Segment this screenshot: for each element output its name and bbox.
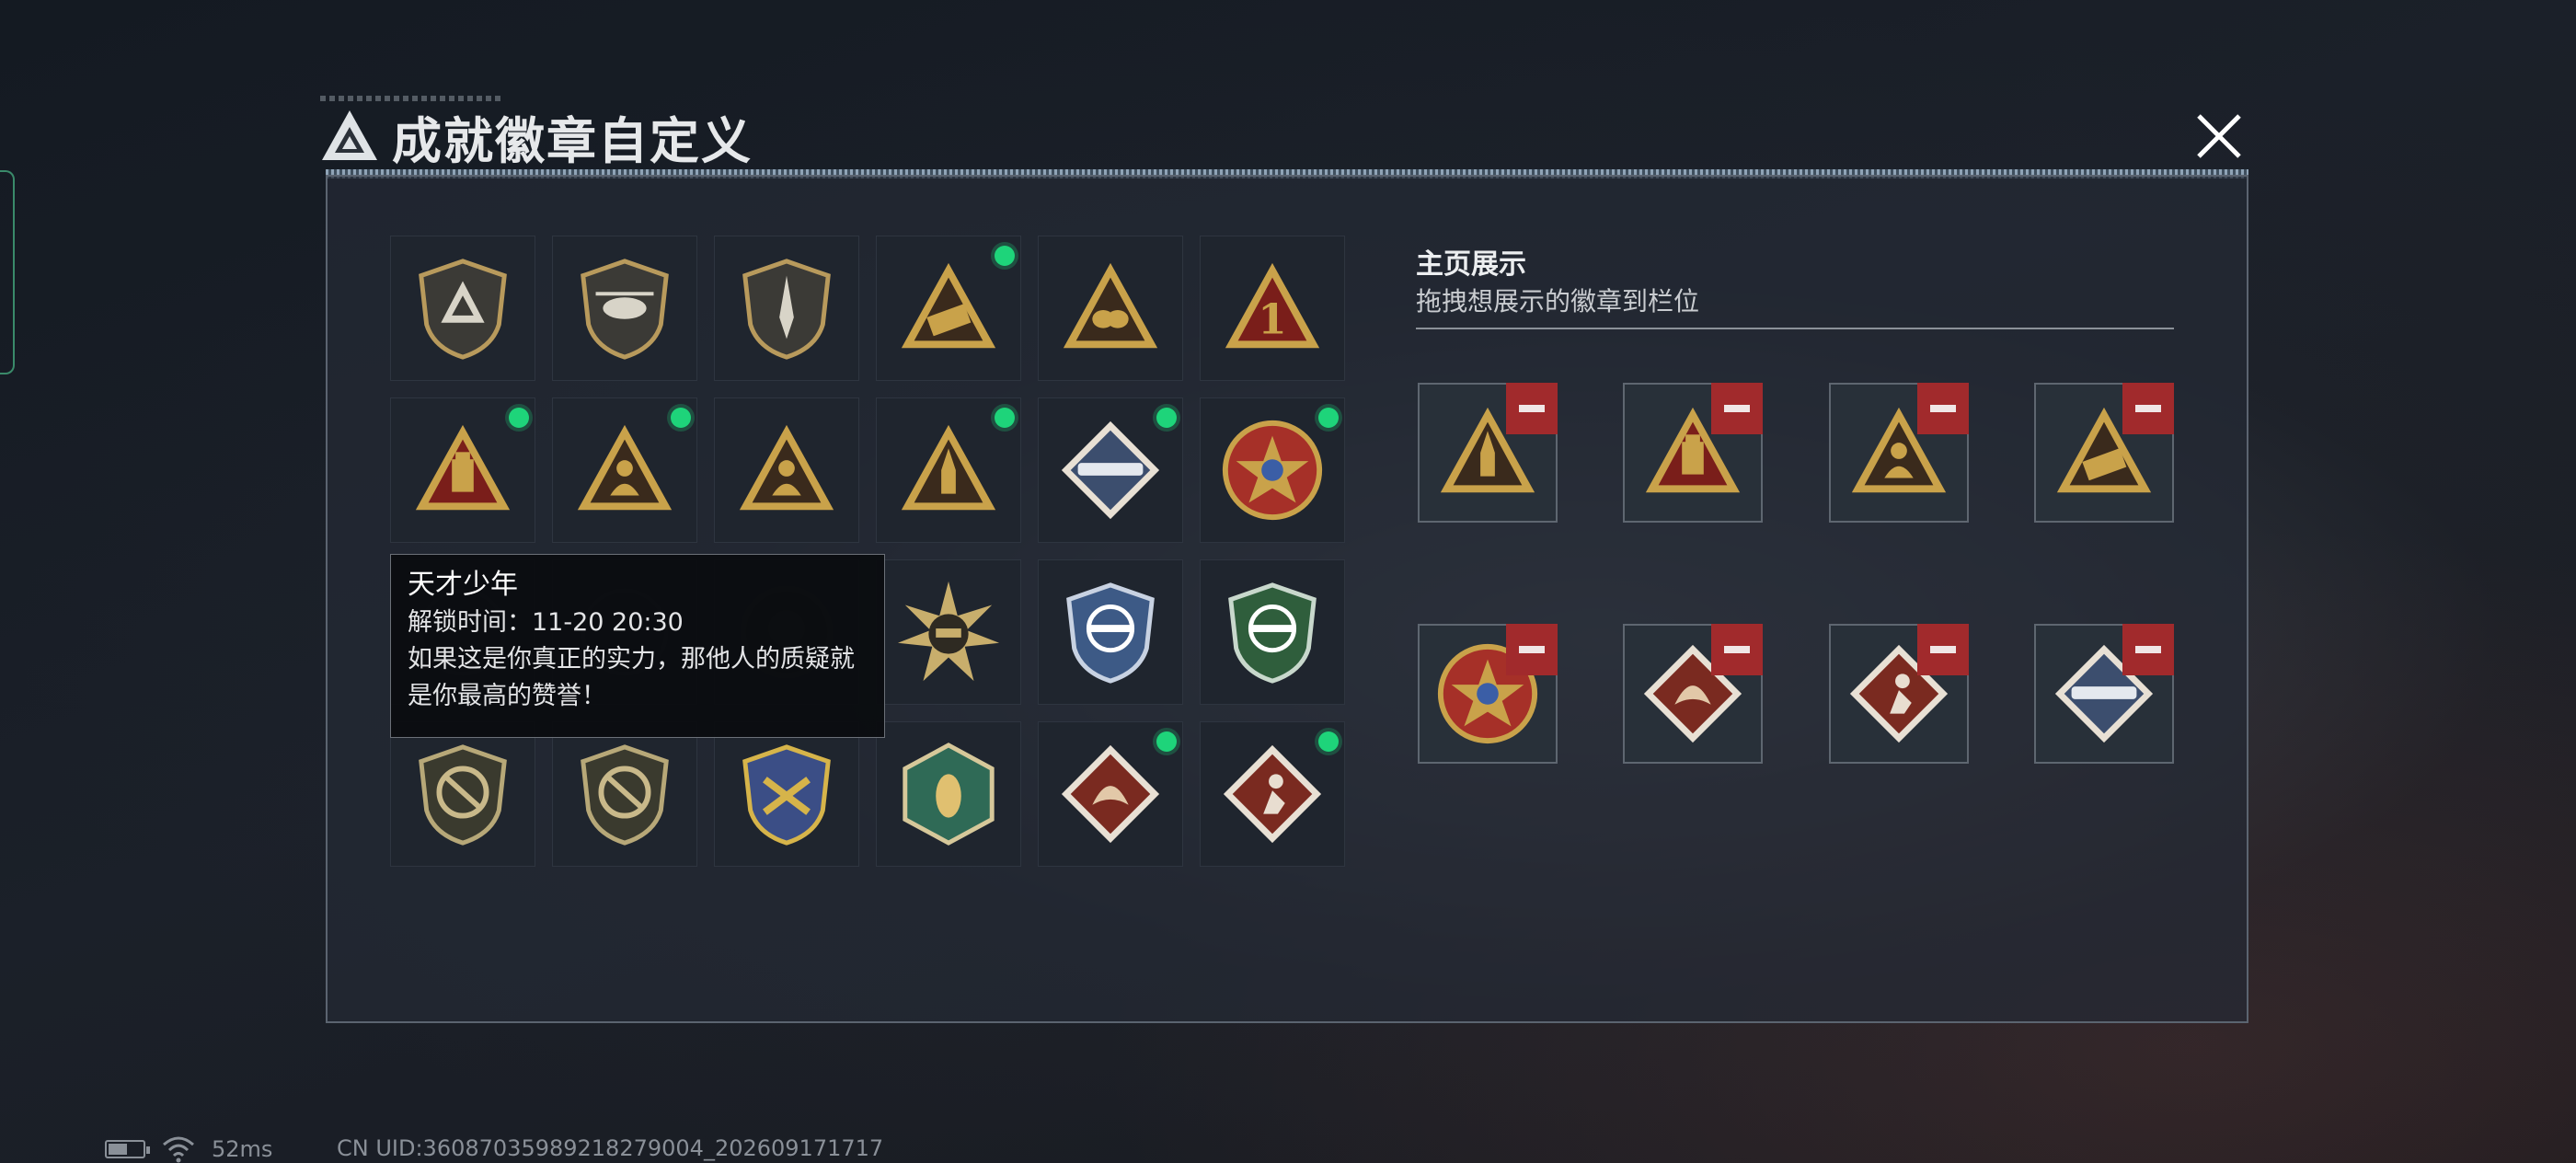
badge-collection-grid: 1 bbox=[390, 236, 1345, 867]
status-bar: 52ms bbox=[105, 1135, 272, 1163]
crossed-rifles-gold-shield-icon bbox=[742, 744, 831, 846]
remove-badge-button[interactable] bbox=[1506, 383, 1558, 434]
window-header: 成就徽章自定义 bbox=[320, 98, 753, 175]
badge-tooltip: 天才少年 解锁时间：11-20 20:30 如果这是你真正的实力，那他人的质疑就… bbox=[390, 554, 885, 738]
missile-launcher-triangle-icon bbox=[901, 262, 996, 349]
usb-drive-triangle-icon bbox=[415, 424, 511, 511]
helicopter-shield-icon bbox=[581, 259, 669, 360]
new-indicator-dot bbox=[995, 246, 1015, 266]
badge-tile[interactable] bbox=[1038, 721, 1183, 867]
close-button[interactable] bbox=[2186, 103, 2252, 169]
rifle-prohibited-shield-icon bbox=[419, 744, 507, 846]
showcase-slot[interactable] bbox=[1418, 624, 1558, 764]
minus-icon bbox=[1519, 646, 1545, 653]
ping-text: 52ms bbox=[212, 1136, 273, 1162]
badge-tile[interactable] bbox=[714, 397, 859, 543]
new-indicator-dot bbox=[671, 408, 691, 428]
egg-nest-triangle-icon bbox=[1063, 262, 1158, 349]
badge-tile[interactable] bbox=[714, 721, 859, 867]
dagger-shield-icon bbox=[742, 259, 831, 360]
badge-tile[interactable] bbox=[552, 397, 697, 543]
seated-figure-triangle-icon bbox=[577, 424, 673, 511]
badge-tile[interactable] bbox=[876, 397, 1021, 543]
minus-icon bbox=[2135, 405, 2161, 412]
battery-icon bbox=[105, 1140, 150, 1158]
showcase-slot[interactable] bbox=[1829, 383, 1969, 523]
showcase-title: 主页展示 bbox=[1416, 248, 1526, 281]
tripod-logo-shield-icon bbox=[419, 259, 507, 360]
wasp-hexagon-icon bbox=[903, 743, 995, 846]
remove-badge-button[interactable] bbox=[1711, 383, 1763, 434]
new-indicator-dot bbox=[509, 408, 529, 428]
tooltip-description-line2: 是你最高的赞誉！ bbox=[408, 682, 606, 710]
bazooka-diamond-icon bbox=[1061, 420, 1160, 520]
badge-tile[interactable] bbox=[1200, 559, 1345, 705]
dragon-diamond-icon bbox=[1061, 744, 1160, 844]
badge-tile[interactable] bbox=[1200, 397, 1345, 543]
number-one-triangle-icon: 1 bbox=[1225, 262, 1320, 349]
badge-tile[interactable] bbox=[552, 236, 697, 381]
rocket-triangle-icon bbox=[901, 424, 996, 511]
remove-badge-button[interactable] bbox=[1917, 624, 1969, 675]
badge-tile[interactable] bbox=[1038, 236, 1183, 381]
side-drawer-handle[interactable] bbox=[0, 170, 15, 374]
runner-diamond-icon bbox=[1223, 744, 1322, 844]
badge-tile[interactable] bbox=[714, 236, 859, 381]
badge-tile[interactable] bbox=[390, 721, 535, 867]
badge-tile[interactable] bbox=[876, 236, 1021, 381]
window-title: 成就徽章自定义 bbox=[392, 111, 753, 170]
badge-tile[interactable] bbox=[552, 721, 697, 867]
showcase-slot[interactable] bbox=[2034, 624, 2174, 764]
showcase-slot[interactable] bbox=[1623, 383, 1763, 523]
badge-tile[interactable] bbox=[1200, 721, 1345, 867]
showcase-slot[interactable] bbox=[1829, 624, 1969, 764]
crosshair-rifle-green-shield-icon bbox=[1228, 582, 1317, 684]
minus-icon bbox=[1724, 646, 1750, 653]
remove-badge-button[interactable] bbox=[1711, 624, 1763, 675]
showcase-slot[interactable] bbox=[2034, 383, 2174, 523]
wifi-icon bbox=[163, 1136, 194, 1163]
new-indicator-dot bbox=[1156, 731, 1177, 752]
soldiers-triangle-icon bbox=[739, 424, 834, 511]
svg-text:1: 1 bbox=[1258, 295, 1286, 344]
minus-icon bbox=[1930, 405, 1956, 412]
badge-tile[interactable]: 1 bbox=[1200, 236, 1345, 381]
crosshair-rifle-blue-shield-icon bbox=[1066, 582, 1155, 684]
badge-tile[interactable] bbox=[1038, 559, 1183, 705]
close-x-icon bbox=[2197, 114, 2241, 158]
showcase-subtitle: 拖拽想展示的徽章到栏位 bbox=[1416, 286, 1700, 317]
badge-tile[interactable] bbox=[390, 236, 535, 381]
badge-tile[interactable] bbox=[876, 721, 1021, 867]
minus-icon bbox=[1724, 405, 1750, 412]
minus-icon bbox=[2135, 646, 2161, 653]
new-indicator-dot bbox=[1156, 408, 1177, 428]
showcase-divider bbox=[1416, 328, 2174, 329]
tooltip-unlock-time: 解锁时间：11-20 20:30 bbox=[408, 608, 684, 637]
new-indicator-dot bbox=[1318, 731, 1339, 752]
new-indicator-dot bbox=[1318, 408, 1339, 428]
tooltip-description-line1: 如果这是你真正的实力，那他人的质疑就 bbox=[408, 645, 855, 674]
badge-tile[interactable] bbox=[1038, 397, 1183, 543]
badge-tile[interactable] bbox=[876, 559, 1021, 705]
star-medallion-icon bbox=[1222, 420, 1323, 521]
tank-sunburst-icon bbox=[897, 581, 1000, 682]
minus-icon bbox=[1519, 405, 1545, 412]
showcase-slot[interactable] bbox=[1623, 624, 1763, 764]
new-indicator-dot bbox=[995, 408, 1015, 428]
minus-icon bbox=[1930, 646, 1956, 653]
tooltip-title: 天才少年 bbox=[408, 569, 518, 601]
tripod-logo-icon bbox=[322, 110, 377, 160]
remove-badge-button[interactable] bbox=[1506, 624, 1558, 675]
remove-badge-button[interactable] bbox=[2122, 624, 2174, 675]
badge-tile[interactable] bbox=[390, 397, 535, 543]
showcase-slot[interactable] bbox=[1418, 383, 1558, 523]
remove-badge-button[interactable] bbox=[2122, 383, 2174, 434]
smg-prohibited-shield-icon bbox=[581, 744, 669, 846]
remove-badge-button[interactable] bbox=[1917, 383, 1969, 434]
uid-text: CN UID:3608703598921827900​4_20260917171… bbox=[337, 1135, 884, 1161]
